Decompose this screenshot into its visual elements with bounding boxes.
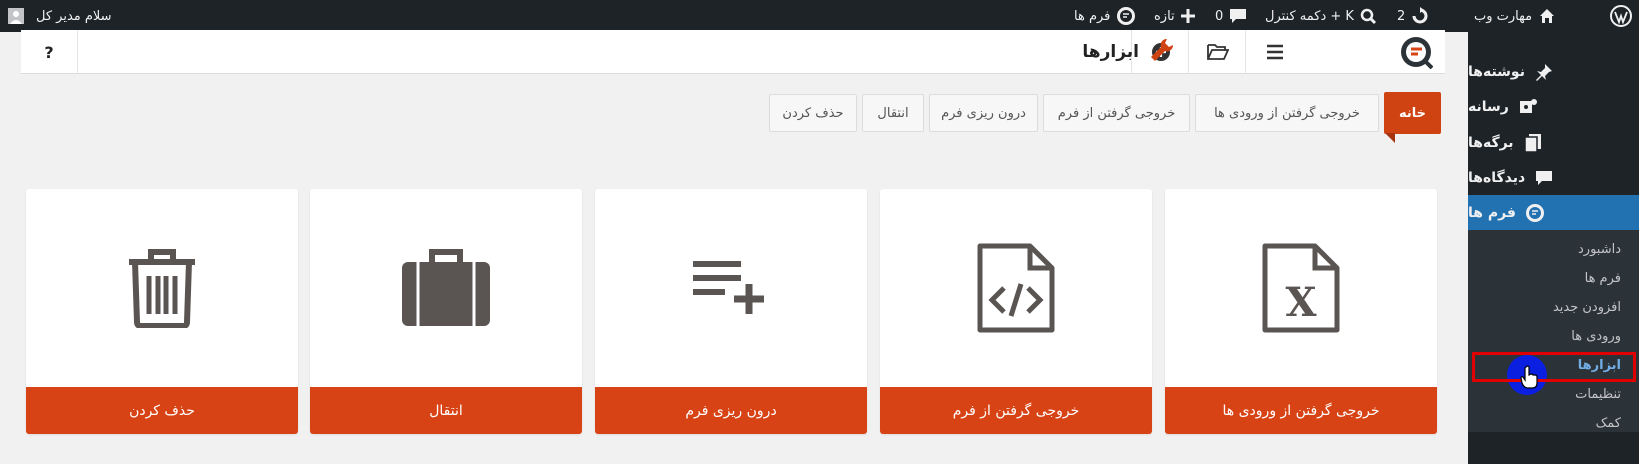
command-search-link[interactable]: دکمه کنترل + K: [1265, 0, 1377, 32]
admin-bar: مهارت وب 2 دکمه کنترل + K 0 تازه فرم ها: [0, 0, 1639, 32]
menu-item-forms[interactable]: فرم ها: [1460, 195, 1639, 231]
comment-icon: [1229, 8, 1247, 24]
menu-item-posts[interactable]: نوشته‌ها: [1468, 54, 1639, 90]
menu-item-label: برگه‌ها: [1468, 135, 1514, 151]
menu-item-label: دیدگاه‌ها: [1468, 170, 1526, 186]
my-account-link[interactable]: سلام مدیر کل: [8, 0, 112, 32]
pages-icon: [1522, 132, 1544, 154]
excel-file-icon: X: [1165, 189, 1437, 387]
tab-home[interactable]: خانه: [1384, 92, 1441, 143]
tool-card-migration[interactable]: انتقال: [310, 189, 582, 434]
menu-item-label: نوشته‌ها: [1468, 64, 1525, 80]
tools-toolbar: ابزارها ?: [21, 30, 1445, 74]
card-label: خروجی گرفتن از فرم: [880, 387, 1152, 434]
card-label: درون ریزی فرم: [595, 387, 867, 434]
submenu-item-settings[interactable]: تنظیمات: [1575, 387, 1621, 402]
menu-toggle-button[interactable]: [1245, 30, 1303, 74]
submenu-item-forms[interactable]: فرم ها: [1585, 271, 1621, 286]
card-label: حذف کردن: [26, 387, 298, 434]
forms-submenu: داشبورد فرم ها افزودن جدید ورودی ها ابزا…: [1468, 230, 1639, 432]
open-forms-button[interactable]: [1188, 30, 1246, 74]
page-title: ابزارها: [1082, 30, 1175, 74]
trash-icon: [26, 189, 298, 387]
tab-export-forms[interactable]: خروجی گرفتن از فرم: [1043, 94, 1190, 132]
new-content-link[interactable]: تازه: [1154, 0, 1195, 32]
tool-card-export-entries[interactable]: X خروجی گرفتن از ورودی ها: [1165, 189, 1437, 434]
code-file-icon: [880, 189, 1152, 387]
submenu-item-add-new[interactable]: افزودن جدید: [1553, 300, 1621, 315]
card-label: خروجی گرفتن از ورودی ها: [1165, 387, 1437, 434]
search-icon: [1360, 8, 1377, 25]
tab-import-forms[interactable]: درون ریزی فرم: [929, 94, 1038, 132]
tab-migration[interactable]: انتقال: [862, 94, 924, 132]
submenu-item-dashboard[interactable]: داشبورد: [1578, 242, 1621, 257]
comments-link[interactable]: 0: [1215, 0, 1247, 32]
plus-icon: [1180, 9, 1195, 23]
updates-link[interactable]: 2: [1397, 0, 1429, 32]
briefcase-icon: [310, 189, 582, 387]
forms-logo-icon: [1401, 37, 1433, 69]
site-name-label: مهارت وب: [1474, 8, 1533, 24]
annotation-highlight-box: [1472, 352, 1636, 382]
wrench-icon: [1149, 37, 1175, 68]
comment-icon: [1533, 167, 1555, 189]
card-label: انتقال: [310, 387, 582, 434]
forms-brand-logo: [1387, 30, 1445, 74]
tab-export-entries[interactable]: خروجی گرفتن از ورودی ها: [1195, 94, 1379, 132]
folder-open-icon: [1206, 44, 1229, 60]
new-label: تازه: [1154, 8, 1175, 24]
list-add-icon: [595, 189, 867, 387]
svg-text:X: X: [1285, 279, 1316, 326]
submenu-item-entries[interactable]: ورودی ها: [1571, 329, 1621, 344]
pin-icon: [1533, 61, 1555, 83]
hamburger-icon: [1266, 44, 1283, 60]
home-icon: [1538, 7, 1556, 25]
tool-card-delete[interactable]: حذف کردن: [26, 189, 298, 434]
wordpress-logo-icon[interactable]: [1610, 0, 1632, 32]
tool-card-import-forms[interactable]: درون ریزی فرم: [595, 189, 867, 434]
forms-logo-icon: [1524, 202, 1546, 224]
refresh-icon: [1411, 7, 1429, 25]
updates-count: 2: [1397, 8, 1406, 24]
help-button[interactable]: ?: [21, 30, 78, 74]
hand-cursor-icon: [1520, 365, 1538, 393]
tool-card-export-forms[interactable]: خروجی گرفتن از فرم: [880, 189, 1152, 434]
menu-item-label: فرم ها: [1468, 205, 1516, 221]
submenu-item-help[interactable]: کمک: [1596, 416, 1621, 431]
forms-logo-icon: [1116, 6, 1136, 26]
page-title-label: ابزارها: [1082, 42, 1139, 62]
avatar: [8, 8, 24, 24]
menu-item-comments[interactable]: دیدگاه‌ها: [1468, 160, 1639, 196]
forms-link[interactable]: فرم ها: [1074, 0, 1136, 32]
shortcut-label: دکمه کنترل + K: [1265, 8, 1354, 24]
greeting-label: سلام مدیر کل: [36, 8, 112, 24]
site-name-link[interactable]: مهارت وب: [1474, 0, 1556, 32]
forms-label: فرم ها: [1074, 8, 1111, 24]
comments-count: 0: [1215, 8, 1224, 24]
tools-tabs: خانه خروجی گرفتن از ورودی ها خروجی گرفتن…: [0, 92, 1639, 143]
tab-delete[interactable]: حذف کردن: [769, 94, 857, 132]
